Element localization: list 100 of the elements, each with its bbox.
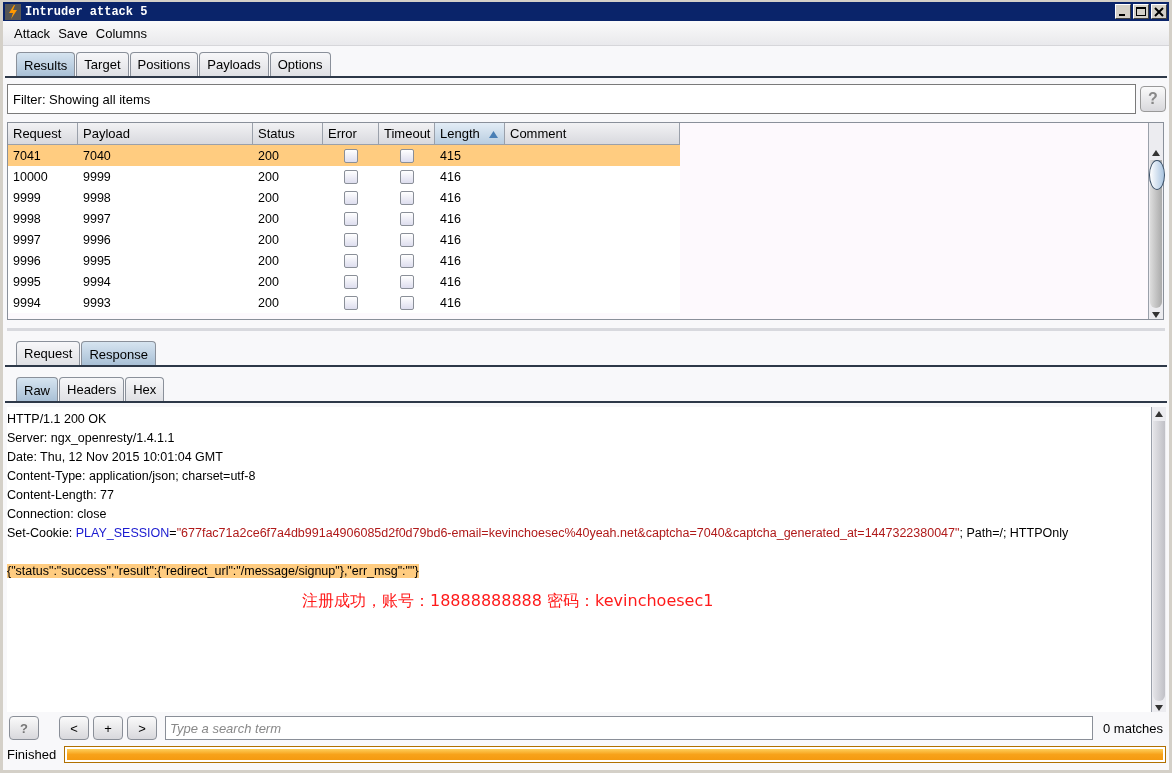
checkbox[interactable]	[344, 169, 358, 184]
checkbox[interactable]	[344, 274, 358, 289]
table-cell-text: 416	[439, 252, 462, 270]
checkbox[interactable]	[400, 190, 414, 205]
table-row[interactable]: 10000 9999 200 416	[8, 166, 680, 187]
table-row[interactable]: 9999 9998 200 416	[8, 187, 680, 208]
response-line: HTTP/1.1 200 OK	[7, 411, 107, 426]
checkbox[interactable]	[400, 295, 414, 310]
table-cell-text: 200	[257, 168, 280, 186]
table-cell-text: 9998	[12, 210, 42, 228]
scroll-down-icon[interactable]	[1151, 311, 1161, 319]
search-field[interactable]: Type a search term	[165, 716, 1093, 740]
scroll-up-icon[interactable]	[1154, 410, 1164, 418]
table-cell-text: 200	[257, 231, 280, 249]
table-row[interactable]: 7041 7040 200 415	[8, 145, 680, 166]
menu-item[interactable]: Columns	[95, 25, 148, 41]
checkbox[interactable]	[400, 169, 414, 184]
tab[interactable]: Positions	[129, 52, 199, 76]
table-cell-text: 416	[439, 210, 462, 228]
status-text: Finished	[7, 747, 57, 762]
table-cell-text: 200	[257, 147, 280, 165]
table-cell-text: 415	[439, 147, 462, 165]
column-header[interactable]: Timeout	[379, 123, 435, 145]
tab[interactable]: Request	[16, 341, 81, 365]
table-row[interactable]: 9994 9993 200 416	[8, 292, 680, 313]
column-header[interactable]: Request	[8, 123, 78, 145]
table-cell-text: 9999	[82, 168, 112, 186]
scrollbar[interactable]	[1148, 123, 1163, 319]
response-line: Server: ngx_openresty/1.4.1.1	[7, 430, 175, 445]
close-button[interactable]	[1151, 4, 1167, 19]
annotation-text: 注册成功，账号：18888888888 密码：kevinchoesec1	[302, 591, 715, 612]
column-header[interactable]: Payload	[78, 123, 253, 145]
response-line: Date: Thu, 12 Nov 2015 10:01:04 GMT	[7, 449, 223, 464]
table-cell-text: 9995	[12, 273, 42, 291]
column-header[interactable]: Error	[323, 123, 379, 145]
checkbox[interactable]	[344, 211, 358, 226]
minimize-icon	[1118, 13, 1125, 16]
checkbox[interactable]	[344, 253, 358, 268]
table-cell-text: 200	[257, 189, 280, 207]
table-cell-text: 9993	[82, 294, 112, 312]
tab[interactable]: Headers	[59, 377, 125, 401]
response-line: Set-Cookie: PLAY_SESSION="677fac71a2ce6f7a4db991a4906085d2f0d79bd6-email=kevinchoesec%40yeah.net&captcha=7040&captcha_generated_at=1447322380047"; Path=/; HTTPOnly	[7, 525, 1069, 540]
match-count: 0 matches	[1102, 720, 1164, 736]
table-cell-text: 9997	[82, 210, 112, 228]
column-header[interactable]: Comment	[505, 123, 680, 145]
checkbox[interactable]	[400, 274, 414, 289]
table-cell-text: 9999	[12, 189, 42, 207]
scrollbar[interactable]	[1151, 407, 1166, 712]
response-line: Connection: close	[7, 506, 107, 521]
checkbox[interactable]	[400, 211, 414, 226]
table-cell-text: 9995	[82, 252, 112, 270]
tab[interactable]: Raw	[16, 377, 58, 401]
tab[interactable]: Response	[81, 341, 156, 365]
checkbox[interactable]	[344, 190, 358, 205]
lightning-icon	[5, 3, 21, 20]
table-cell-text: 9994	[12, 294, 42, 312]
checkbox[interactable]	[344, 295, 358, 310]
table-cell-text: 7041	[12, 147, 42, 165]
tab[interactable]: Results	[16, 52, 76, 76]
table-cell-text: 9997	[12, 231, 42, 249]
checkbox[interactable]	[400, 148, 414, 163]
tab[interactable]: Hex	[125, 377, 165, 401]
table-row[interactable]: 9998 9997 200 416	[8, 208, 680, 229]
table-row[interactable]: 9997 9996 200 416	[8, 229, 680, 250]
checkbox[interactable]	[400, 253, 414, 268]
tab[interactable]: Target	[76, 52, 129, 76]
table-cell-text: 200	[257, 252, 280, 270]
table-cell-text: 416	[439, 294, 462, 312]
menu-item[interactable]: Attack	[14, 25, 51, 41]
filter-bar[interactable]: Filter: Showing all items	[7, 84, 1136, 114]
checkbox[interactable]	[344, 148, 358, 163]
table-cell-text: 9998	[82, 189, 112, 207]
next-button[interactable]: >	[127, 716, 157, 740]
table-cell-text: 9996	[82, 231, 112, 249]
scroll-thumb[interactable]	[1149, 160, 1165, 190]
table-cell-text: 416	[439, 231, 462, 249]
column-header[interactable]: Status	[253, 123, 323, 145]
column-header[interactable]: Length	[435, 123, 505, 145]
scroll-down-icon[interactable]	[1154, 704, 1164, 712]
table-cell-text: 7040	[82, 147, 112, 165]
table-cell-text: 9994	[82, 273, 112, 291]
maximize-button[interactable]	[1133, 4, 1149, 19]
table-cell-text: 200	[257, 210, 280, 228]
help-button[interactable]: ?	[9, 716, 39, 740]
checkbox[interactable]	[400, 232, 414, 247]
tab[interactable]: Options	[269, 52, 331, 76]
checkbox[interactable]	[344, 232, 358, 247]
table-cell-text: 416	[439, 168, 462, 186]
add-button[interactable]: +	[93, 716, 123, 740]
maximize-icon	[1136, 6, 1146, 17]
scroll-up-icon[interactable]	[1151, 149, 1161, 157]
table-row[interactable]: 9996 9995 200 416	[8, 250, 680, 271]
table-cell-text: 416	[439, 273, 462, 291]
menu-item[interactable]: Save	[58, 25, 88, 41]
previous-button[interactable]: <	[59, 716, 89, 740]
response-line: Content-Length: 77	[7, 487, 115, 502]
table-cell-text: 200	[257, 294, 280, 312]
minimize-button[interactable]	[1115, 4, 1131, 19]
tab[interactable]: Payloads	[199, 52, 269, 76]
table-row[interactable]: 9995 9994 200 416	[8, 271, 680, 292]
